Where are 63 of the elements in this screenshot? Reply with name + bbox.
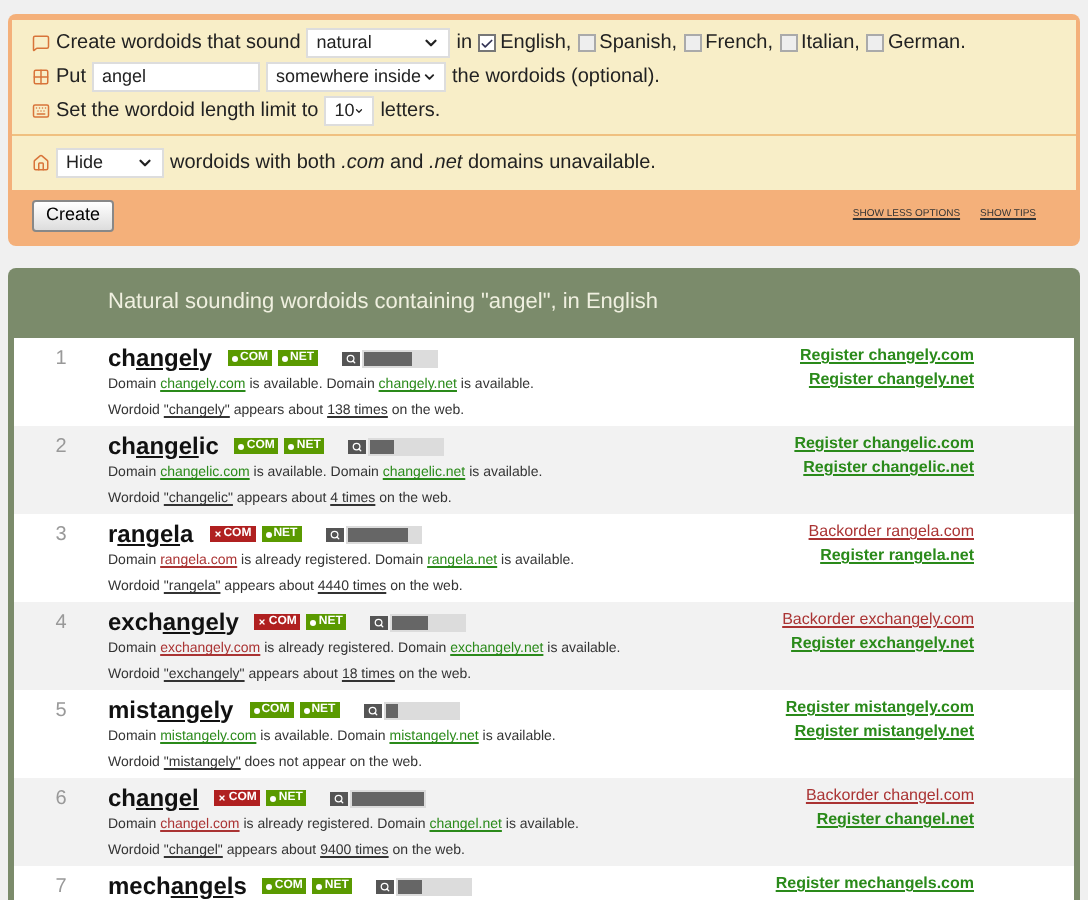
sound-select[interactable]: natural	[306, 28, 451, 58]
sound-label: Create wordoids that sound	[56, 30, 301, 58]
create-button[interactable]: Create	[32, 200, 115, 232]
put-label: Put	[56, 64, 87, 92]
search-icon	[325, 527, 344, 541]
language-label: Spanish,	[599, 30, 678, 58]
filter-select[interactable]: Hide	[56, 148, 164, 178]
word-input[interactable]: angel	[92, 62, 261, 92]
domain-action-link[interactable]: Backorder exchangely.com	[782, 608, 974, 630]
language-checkbox[interactable]	[478, 34, 497, 52]
filter-text: wordoids with both .com and .net domains unavailable.	[170, 150, 656, 178]
language-checkbox[interactable]	[865, 34, 884, 52]
search-icon	[348, 439, 367, 453]
search-icon	[376, 879, 395, 893]
language-checkbox[interactable]	[779, 34, 797, 52]
domain-action-link[interactable]: Register changely.net	[808, 368, 974, 390]
domain-action-link[interactable]: Register changel.net	[816, 808, 974, 830]
wordoid[interactable]: changely	[108, 344, 213, 372]
language-checkbox[interactable]	[577, 34, 596, 52]
search-icon	[370, 615, 389, 629]
domain-action-link[interactable]: Register mechangels.com	[775, 872, 974, 894]
put-suffix: the wordoids (optional).	[452, 64, 660, 92]
position-select[interactable]: somewhere inside	[266, 62, 447, 92]
keyboard-icon	[32, 102, 50, 120]
domain-action-link[interactable]: Register changelic.com	[794, 432, 974, 454]
row-number: 4	[53, 610, 69, 636]
row-number: 6	[53, 786, 69, 812]
home-icon	[32, 154, 50, 172]
row-number: 5	[53, 698, 69, 724]
wordoid[interactable]: rangela	[108, 520, 194, 548]
row-number: 3	[53, 522, 69, 548]
caret-icon	[136, 154, 154, 172]
domain-action-link[interactable]: Register exchangely.net	[791, 632, 974, 654]
speech-icon	[32, 34, 50, 52]
wordoid[interactable]: changelic	[108, 432, 219, 460]
search-icon	[363, 703, 382, 717]
language-label: Italian,	[801, 30, 860, 58]
language-checkbox[interactable]	[683, 34, 702, 52]
row-number: 7	[53, 874, 69, 900]
language-label: German.	[887, 30, 966, 58]
search-icon	[342, 351, 361, 365]
wordoid[interactable]: mechangels	[108, 872, 247, 900]
wordoid[interactable]: exchangely	[108, 608, 239, 636]
language-label: French,	[705, 30, 773, 58]
domain-action-link[interactable]: Register rangela.net	[820, 544, 974, 566]
length-suffix: letters.	[380, 98, 441, 126]
wordoid[interactable]: changel	[108, 784, 199, 812]
domain-action-link[interactable]: Backorder changel.com	[805, 784, 974, 806]
row-number: 2	[53, 434, 69, 460]
domain-action-link[interactable]: Backorder rangela.com	[808, 520, 974, 542]
length-select[interactable]: 10	[324, 96, 375, 126]
language-label: English,	[500, 30, 572, 58]
length-label: Set the wordoid length limit to	[56, 98, 319, 126]
search-icon	[330, 791, 349, 805]
domain-action-link[interactable]: Register mistangely.net	[794, 720, 974, 742]
in-label: in	[456, 30, 473, 58]
wordoid[interactable]: mistangely	[108, 696, 234, 724]
domain-action-link[interactable]: Register mistangely.com	[785, 696, 974, 718]
row-number: 1	[53, 346, 69, 372]
domain-action-link[interactable]: Register changelic.net	[803, 456, 974, 478]
results-title: Natural sounding wordoids containing "angel", in English	[106, 288, 661, 319]
domain-action-link[interactable]: Register changely.com	[800, 344, 974, 366]
grid-icon	[32, 68, 50, 86]
